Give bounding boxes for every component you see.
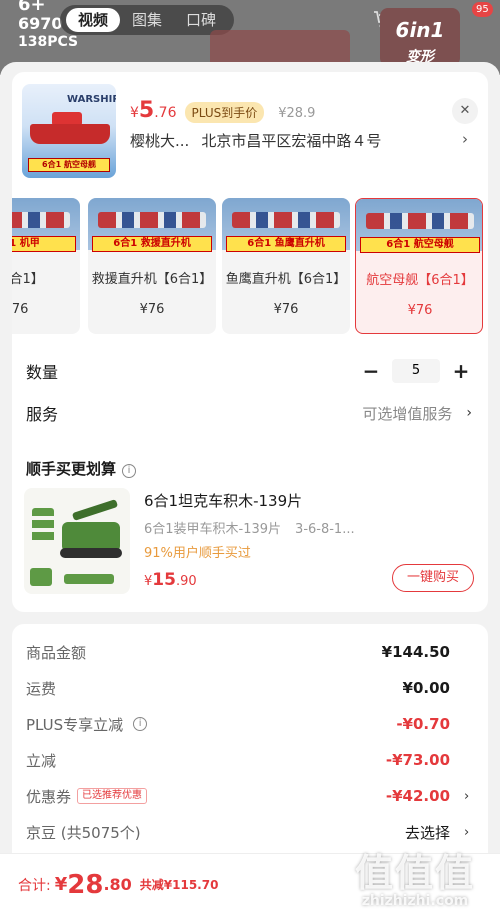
decrease-button[interactable]: − [360,359,382,383]
original-price: ¥28.9 [278,106,316,121]
price-row: ¥ 5 .76 PLUS到手价 ¥28.9 [130,98,315,123]
quantity-row: 数量 − + [26,356,472,386]
variant-price: ¥76 [12,302,29,317]
product-thumbnail[interactable]: WARSHIP 6合1 航空母舰 [22,84,116,178]
tab-video[interactable]: 视频 [66,8,121,32]
price-decimal: .76 [154,105,177,121]
plus-price-tag: PLUS到手价 [184,102,265,123]
quantity-input[interactable] [392,359,440,383]
summary-row-subtotal: 商品金额 ¥144.50 [26,643,450,662]
bundle-price: ¥15.90 [144,570,197,590]
purchase-sheet: WARSHIP 6合1 航空母舰 ¥ 5 .76 PLUS到手价 ¥28.9 ✕… [0,62,500,915]
address-text: 北京市昌平区宏福中路４号 [201,132,382,150]
info-icon[interactable]: i [122,464,137,478]
bundle-title: 顺手买更划算 i [26,458,137,479]
variant-name: 【6合1】 [12,272,44,287]
total-integer: 28 [67,869,104,900]
chevron-right-icon: › [462,130,468,148]
service-label: 服务 [26,405,59,424]
total-currency: ¥ [54,874,68,895]
coupon-tag: 已选推荐优惠 [77,788,148,804]
chevron-right-icon: › [464,824,470,840]
bundle-product-name[interactable]: 6合1坦克车积木-139片 [144,490,302,511]
tab-reviews[interactable]: 口碑 [174,8,228,32]
media-tabs: 视频 图集 口碑 [60,5,235,35]
summary-row-shipping: 运费 ¥0.00 [26,679,450,698]
info-icon[interactable]: i [133,717,148,731]
price-integer: 5 [138,98,155,123]
address-selector[interactable]: 樱桃大... 北京市昌平区宏福中路４号 › [130,130,468,151]
total-label: 合计: [18,877,51,894]
summary-row-coupon[interactable]: 优惠券 已选推荐优惠 -¥42.00 › [26,782,472,810]
quantity-label: 数量 [26,363,59,382]
summary-row-plus-discount: PLUS专享立减 i -¥0.70 [26,715,450,734]
summary-row-jingdou[interactable]: 京豆 (共5075个) 去选择 › [26,818,472,846]
variant-list: 6合1 机甲 【6合1】 ¥76 6合1 救援直升机 救援直升机【6合1】 ¥7… [12,198,488,338]
summary-row-instant-discount: 立减 -¥73.00 [26,751,450,770]
recipient-name: 樱桃大... [130,132,190,150]
tab-gallery[interactable]: 图集 [120,8,174,32]
variant-option[interactable]: 6合1 机甲 【6合1】 ¥76 [12,198,80,334]
variant-name: 救援直升机【6合1】 [91,272,213,287]
variant-name: 鱼鹰直升机【6合1】 [225,272,347,287]
variant-option-selected[interactable]: 6合1 航空母舰 航空母舰【6合1】 ¥76 [355,198,483,334]
age-label: 6+ [18,0,46,15]
promo-badge: 6in1 变形 [380,8,460,66]
chevron-right-icon: › [464,788,470,804]
variant-option[interactable]: 6合1 救援直升机 救援直升机【6合1】 ¥76 [88,198,216,334]
bundle-stat: 91%用户顺手买过 [144,546,251,561]
variant-price: ¥76 [407,303,433,318]
service-row[interactable]: 服务 可选增值服务 › [26,398,472,428]
pieces-count: 138PCS [18,34,79,50]
item-number: 6970 [18,14,63,33]
service-value: 可选增值服务 [362,404,453,423]
variant-price: ¥76 [273,302,299,317]
bundle-product-spec: 6合1装甲车积木-139片 3-6-8-1... [144,522,355,537]
increase-button[interactable]: + [450,359,472,383]
close-button[interactable]: ✕ [452,98,478,124]
notification-count: 95 [472,2,493,17]
total-savings: 共减¥115.70 [139,878,219,892]
price-currency: ¥ [130,105,139,121]
site-watermark: 值值值 zhizhizhi.com [354,851,475,909]
close-icon: ✕ [459,103,471,118]
chevron-right-icon: › [466,405,472,421]
variant-option[interactable]: 6合1 鱼鹰直升机 鱼鹰直升机【6合1】 ¥76 [222,198,350,334]
one-click-buy-button[interactable]: 一键购买 [392,564,474,592]
total-decimal: .80 [103,875,132,894]
bundle-product-image[interactable] [24,488,130,594]
bundle-card: 顺手买更划算 i 6合1坦克车积木-139片 6合1装甲车积木-139片 3-6-8… [12,438,488,612]
variant-price: ¥76 [139,302,165,317]
quantity-stepper: − + [360,359,472,383]
variant-name: 航空母舰【6合1】 [366,273,474,288]
